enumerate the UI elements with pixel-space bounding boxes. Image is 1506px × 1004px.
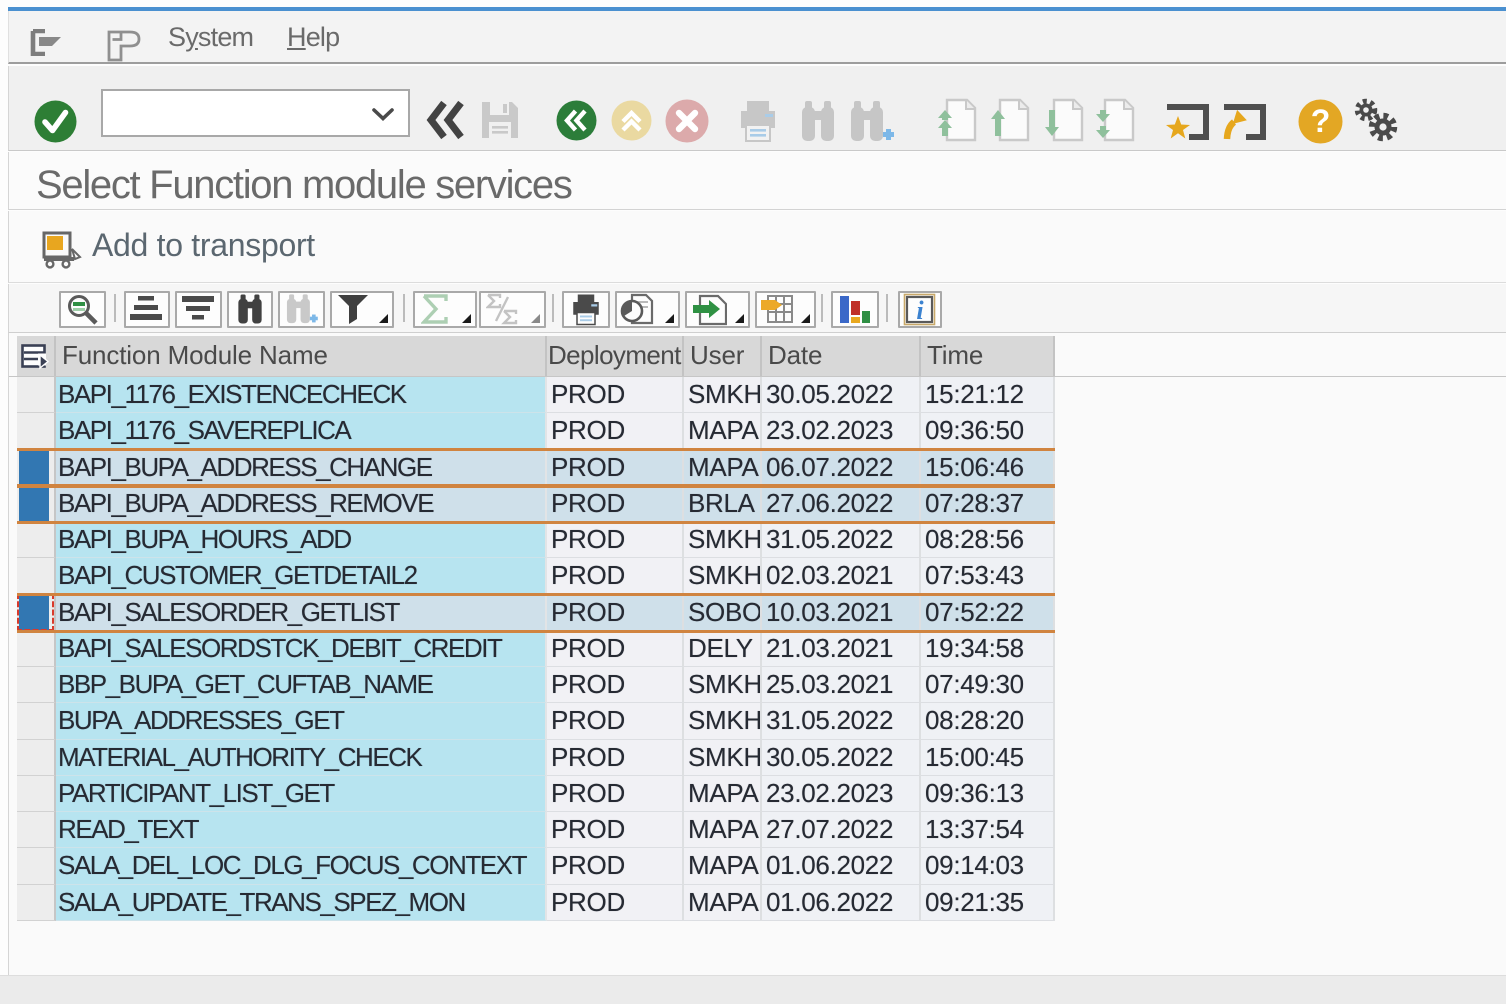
svg-text:?: ? (1311, 103, 1331, 139)
svg-text:i: i (916, 296, 924, 325)
